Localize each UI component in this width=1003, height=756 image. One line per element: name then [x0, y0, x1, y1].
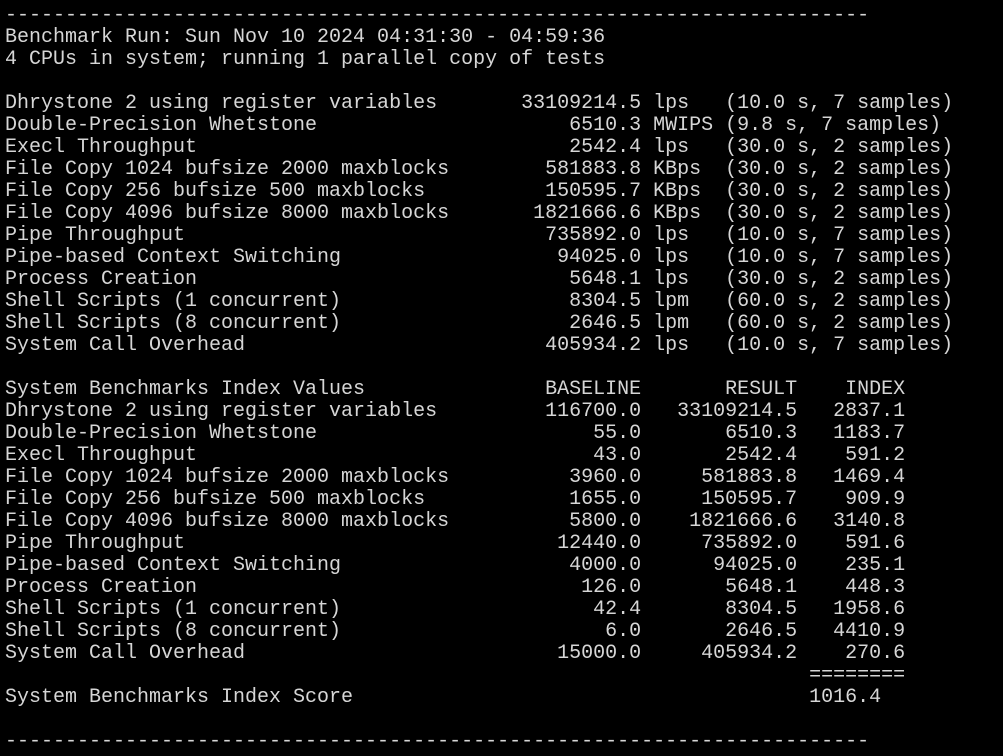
terminal-line: ========	[5, 664, 906, 687]
terminal-line: Shell Scripts (8 concurrent) 6.0 2646.5 …	[5, 620, 906, 643]
terminal-line: File Copy 256 bufsize 500 maxblocks 1655…	[5, 488, 906, 511]
terminal-line: System Call Overhead 405934.2 lps (10.0 …	[5, 334, 954, 357]
terminal-line: File Copy 256 bufsize 500 maxblocks 1505…	[5, 180, 954, 203]
terminal-line: Benchmark Run: Sun Nov 10 2024 04:31:30 …	[5, 26, 606, 49]
terminal-line: Pipe Throughput 735892.0 lps (10.0 s, 7 …	[5, 224, 954, 247]
terminal-line: Execl Throughput 43.0 2542.4 591.2	[5, 444, 906, 467]
terminal-line: System Benchmarks Index Values BASELINE …	[5, 378, 906, 401]
terminal-line: ----------------------------------------…	[5, 730, 870, 753]
terminal-line: Pipe Throughput 12440.0 735892.0 591.6	[5, 532, 906, 555]
terminal-line: Double-Precision Whetstone 6510.3 MWIPS …	[5, 114, 942, 137]
terminal-line: 4 CPUs in system; running 1 parallel cop…	[5, 48, 606, 71]
terminal-line: Shell Scripts (1 concurrent) 42.4 8304.5…	[5, 598, 906, 621]
terminal-line: File Copy 4096 bufsize 8000 maxblocks 58…	[5, 510, 906, 533]
terminal-line: Process Creation 5648.1 lps (30.0 s, 2 s…	[5, 268, 954, 291]
terminal-line: Pipe-based Context Switching 4000.0 9402…	[5, 554, 906, 577]
terminal-line: File Copy 1024 bufsize 2000 maxblocks 58…	[5, 158, 954, 181]
terminal-output: ----------------------------------------…	[5, 5, 953, 753]
terminal-line: ----------------------------------------…	[5, 4, 870, 27]
terminal-line: System Call Overhead 15000.0 405934.2 27…	[5, 642, 906, 665]
terminal-line: Dhrystone 2 using register variables 116…	[5, 400, 906, 423]
terminal-line: Shell Scripts (1 concurrent) 8304.5 lpm …	[5, 290, 954, 313]
terminal-line: System Benchmarks Index Score 1016.4	[5, 686, 882, 709]
terminal-line: Double-Precision Whetstone 55.0 6510.3 1…	[5, 422, 906, 445]
terminal-line: Dhrystone 2 using register variables 331…	[5, 92, 954, 115]
terminal-line: File Copy 4096 bufsize 8000 maxblocks 18…	[5, 202, 954, 225]
terminal-line: Shell Scripts (8 concurrent) 2646.5 lpm …	[5, 312, 954, 335]
terminal-line: Pipe-based Context Switching 94025.0 lps…	[5, 246, 954, 269]
terminal-line: File Copy 1024 bufsize 2000 maxblocks 39…	[5, 466, 906, 489]
terminal-line: Execl Throughput 2542.4 lps (30.0 s, 2 s…	[5, 136, 954, 159]
terminal-line: Process Creation 126.0 5648.1 448.3	[5, 576, 906, 599]
